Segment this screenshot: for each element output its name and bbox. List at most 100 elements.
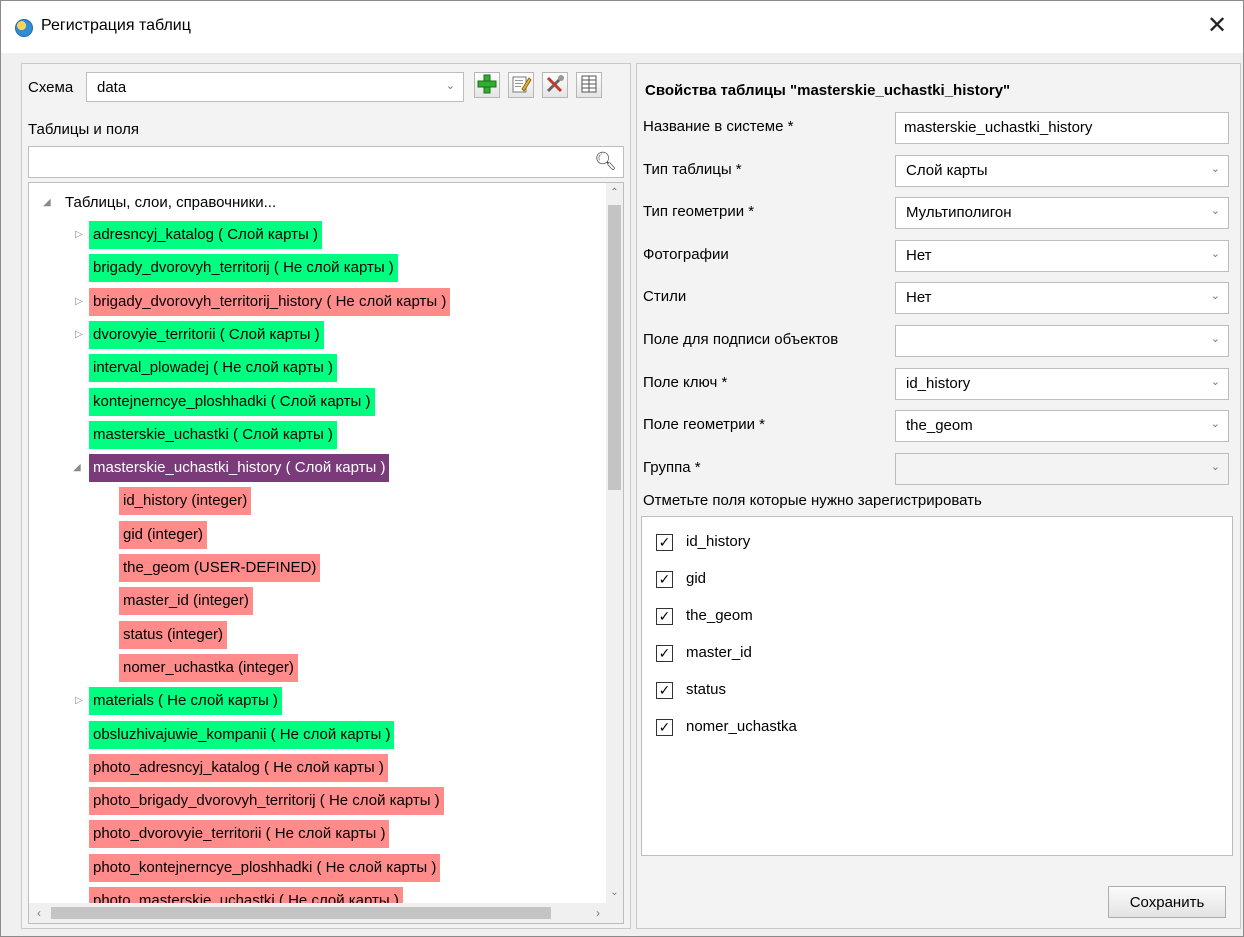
tree-table-item[interactable]: masterskie_uchastki ( Слой карты )	[89, 420, 337, 449]
schema-select[interactable]: data ⌄	[86, 72, 464, 102]
h-scroll-thumb[interactable]	[51, 907, 551, 919]
property-select[interactable]: id_history ⌄	[895, 367, 1229, 400]
property-label: Название в системе *	[643, 118, 794, 135]
schema-label: Схема	[28, 79, 74, 96]
tree-field-item[interactable]: status (integer)	[119, 620, 228, 649]
property-value: masterskie_uchastki_history	[904, 119, 1093, 136]
property-select[interactable]: Нет ⌄	[895, 282, 1229, 315]
tree-table-item[interactable]: photo_adresncyj_katalog ( Не слой карты …	[89, 753, 388, 782]
save-button[interactable]: Сохранить	[1108, 886, 1226, 918]
system-name-input[interactable]: masterskie_uchastki_history	[895, 112, 1229, 144]
scroll-down-icon[interactable]: ⌄	[606, 883, 623, 903]
checkbox[interactable]: ✓	[656, 719, 673, 736]
property-select[interactable]: Нет ⌄	[895, 239, 1229, 272]
edit-table-button[interactable]	[508, 72, 534, 98]
property-select[interactable]: Мультиполигон ⌄	[895, 197, 1229, 230]
checkbox[interactable]: ✓	[656, 682, 673, 699]
tree-table-item[interactable]: photo_dvorovyie_territorii ( Не слой кар…	[89, 820, 390, 849]
chevron-down-icon: ⌄	[1210, 375, 1220, 388]
checkbox[interactable]: ✓	[656, 571, 673, 588]
table-icon	[581, 75, 597, 93]
tree-field-item[interactable]: nomer_uchastka (integer)	[119, 653, 298, 682]
chevron-down-icon: ⌄	[1210, 460, 1220, 473]
property-label: Группа *	[643, 458, 701, 476]
checkbox[interactable]: ✓	[656, 645, 673, 662]
search-icon[interactable]: 🔍︎	[594, 151, 617, 172]
checkbox[interactable]: ✓	[656, 608, 673, 625]
property-value: Нет	[906, 246, 932, 264]
expand-icon[interactable]: ▷	[75, 695, 83, 706]
scroll-right-icon[interactable]: ›	[588, 903, 608, 923]
scroll-thumb[interactable]	[608, 205, 621, 490]
property-label: Стили	[643, 288, 687, 306]
property-value: Мультиполигон	[906, 204, 1012, 222]
title-bar: Регистрация таблиц ✕	[1, 1, 1243, 53]
tree-table-item[interactable]: masterskie_uchastki_history ( Слой карты…	[89, 454, 390, 483]
field-label: gid	[686, 570, 707, 587]
tree-table-item[interactable]: photo_kontejnerncye_ploshhadki ( Не слой…	[89, 853, 441, 882]
columns-button[interactable]	[576, 72, 602, 98]
expand-icon[interactable]: ▷	[75, 296, 83, 307]
plus-icon	[477, 74, 497, 94]
property-label: Тип таблицы *	[643, 160, 742, 178]
collapse-icon[interactable]: ◢	[73, 462, 81, 473]
tree-table-item[interactable]: brigady_dvorovyh_territorij_history ( Не…	[89, 287, 451, 316]
scroll-up-icon[interactable]: ⌃	[606, 183, 623, 203]
scroll-left-icon[interactable]: ‹	[29, 903, 49, 923]
chevron-down-icon: ⌄	[445, 80, 455, 92]
property-label: Фотографии	[643, 245, 729, 263]
globe-icon	[15, 19, 33, 37]
tools-icon	[546, 75, 564, 93]
field-label: status	[686, 681, 727, 698]
checkbox[interactable]: ✓	[656, 534, 673, 551]
property-value: Нет	[906, 289, 932, 307]
chevron-down-icon: ⌄	[1210, 333, 1220, 345]
add-table-button[interactable]	[474, 72, 500, 98]
fields-instruction: Отметьте поля которые нужно зарегистриро…	[643, 492, 982, 509]
property-label: Поле геометрии *	[643, 416, 766, 434]
chevron-down-icon: ⌄	[1210, 290, 1220, 303]
properties-title: Свойства таблицы "masterskie_uchastki_hi…	[645, 82, 1011, 99]
tree-table-item[interactable]: brigady_dvorovyh_territorij ( Не слой ка…	[89, 254, 398, 283]
property-label: Поле для подписи объектов	[643, 331, 839, 348]
tree-table-item[interactable]: adresncyj_katalog ( Слой карты )	[89, 221, 322, 249]
tree-table-item[interactable]: kontejnerncye_ploshhadki ( Слой карты )	[89, 387, 375, 416]
field-label: the_geom	[686, 607, 753, 624]
horizontal-scrollbar[interactable]: ‹ ›	[29, 903, 623, 923]
chevron-down-icon: ⌄	[1210, 247, 1220, 260]
vertical-scrollbar[interactable]: ⌃ ⌄	[606, 183, 623, 903]
property-label: Тип геометрии *	[643, 203, 755, 221]
property-value: Слой карты	[906, 161, 988, 179]
tree-table-item[interactable]: interval_plowadej ( Не слой карты )	[89, 354, 337, 383]
property-value: the_geom	[906, 417, 973, 435]
tree-table-item[interactable]: photo_brigady_dvorovyh_territorij ( Не с…	[89, 787, 444, 816]
settings-button[interactable]	[542, 72, 568, 98]
tree-field-item[interactable]: id_history (integer)	[119, 487, 252, 516]
registration-window: Регистрация таблиц ✕ Схема data ⌄ Таблиц…	[0, 0, 1244, 937]
property-select[interactable]: Слой карты ⌄	[895, 154, 1229, 187]
tree-table-item[interactable]: dvorovyie_territorii ( Слой карты )	[89, 320, 324, 349]
property-select[interactable]: ⌄	[895, 325, 1229, 357]
search-field[interactable]: 🔍︎	[28, 146, 624, 178]
tree-field-item[interactable]: master_id (integer)	[119, 587, 253, 616]
schema-value: data	[97, 79, 127, 96]
tree-table-item[interactable]: obsluzhivajuwie_kompanii ( Не слой карты…	[89, 720, 395, 749]
tables-panel: Схема data ⌄ Таблицы и поля 🔍︎ ◢ Таблицы…	[21, 63, 631, 929]
expand-icon[interactable]: ▷	[75, 329, 83, 340]
fields-list: ✓ id_history ✓ gid ✓ the_geom ✓ master_id ✓ statu…	[641, 516, 1233, 856]
edit-icon	[512, 76, 532, 93]
close-button[interactable]: ✕	[1201, 11, 1233, 43]
tree-table-item[interactable]: materials ( Не слой карты )	[89, 687, 282, 716]
tree-field-item[interactable]: gid (integer)	[119, 520, 208, 549]
tree-root[interactable]: Таблицы, слои, справочники...	[61, 189, 280, 217]
tables-fields-label: Таблицы и поля	[28, 121, 139, 138]
collapse-icon[interactable]: ◢	[43, 197, 51, 208]
chevron-down-icon: ⌄	[1210, 418, 1220, 431]
expand-icon[interactable]: ▷	[75, 229, 83, 240]
tables-tree[interactable]: ◢ Таблицы, слои, справочники... ▷ adresnc…	[28, 182, 624, 924]
property-select[interactable]: ⌄	[895, 452, 1229, 485]
property-select[interactable]: the_geom ⌄	[895, 410, 1229, 443]
window-title: Регистрация таблиц	[41, 17, 191, 34]
field-label: id_history	[686, 533, 751, 550]
tree-field-item[interactable]: the_geom (USER-DEFINED)	[119, 554, 321, 582]
